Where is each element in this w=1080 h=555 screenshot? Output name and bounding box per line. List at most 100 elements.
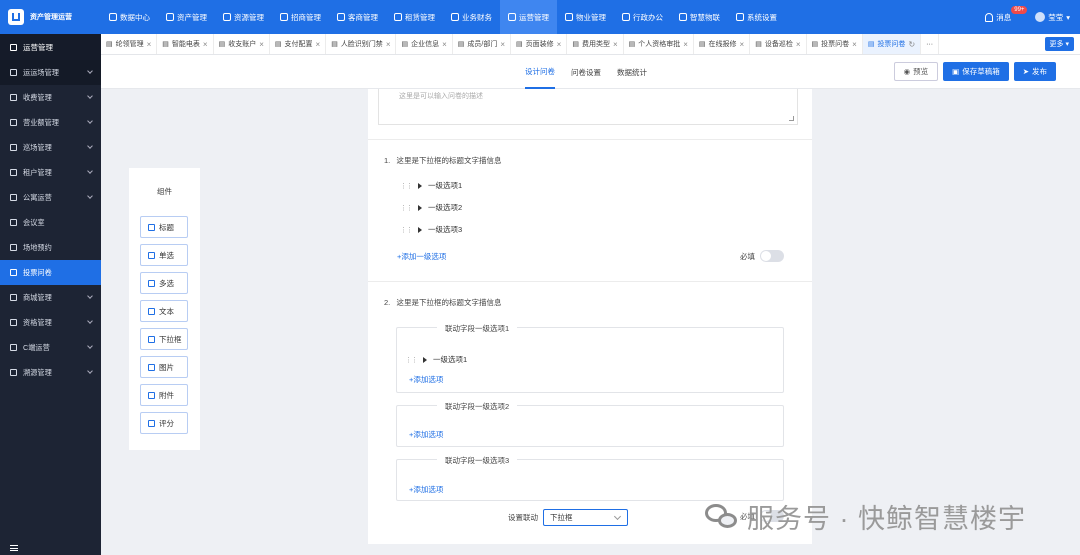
close-icon[interactable]: × [386, 40, 391, 49]
close-icon[interactable]: × [852, 40, 857, 49]
close-icon[interactable]: × [796, 40, 801, 49]
topnav-item[interactable]: 行政办公 [614, 0, 671, 34]
close-icon[interactable]: × [259, 40, 264, 49]
add-level1-option-link[interactable]: +添加一级选项 [397, 251, 446, 262]
add-option-link[interactable]: +添加选项 [409, 374, 443, 385]
sidebar-item[interactable]: 运运场管理 [0, 60, 101, 85]
drag-handle-icon[interactable]: ⋮⋮ [405, 356, 418, 364]
sidebar-item[interactable]: 溯源管理 [0, 360, 101, 385]
close-icon[interactable]: × [500, 40, 505, 49]
close-icon[interactable]: × [442, 40, 447, 49]
link-type-select[interactable]: 下拉框 [543, 509, 628, 526]
expand-arrow-icon[interactable] [418, 204, 422, 211]
topnav-item[interactable]: 资产管理 [158, 0, 215, 34]
publish-button[interactable]: ➤ 发布 [1013, 62, 1056, 81]
sidebar-item[interactable]: 投票问卷 [0, 260, 101, 285]
topnav-item[interactable]: 租赁管理 [386, 0, 443, 34]
sidebar-item[interactable]: 收费管理 [0, 85, 101, 110]
sidebar-item[interactable]: 会议室 [0, 210, 101, 235]
topnav-item[interactable]: 物业管理 [557, 0, 614, 34]
tab-item[interactable]: ▤ 纶领管理 × [101, 34, 158, 54]
palette-item[interactable]: 图片 [140, 356, 188, 378]
sidebar-item[interactable]: C端运营 [0, 335, 101, 360]
tab-item[interactable]: ▤ 企业信息 × [396, 34, 453, 54]
topnav-item[interactable]: 数据中心 [101, 0, 158, 34]
option-row[interactable]: ⋮⋮ 一级选项1 [400, 180, 462, 191]
sidebar-item[interactable]: 巡场管理 [0, 135, 101, 160]
tab-item[interactable]: ▤ 费用类型 × [567, 34, 624, 54]
tab-item[interactable]: ▤ 设备巡检 × [750, 34, 807, 54]
subtab[interactable]: 数据统计 [617, 55, 647, 89]
topnav-item[interactable]: 招商管理 [272, 0, 329, 34]
brand[interactable]: 资产管理运营 [0, 0, 101, 34]
refresh-icon[interactable]: ↻ [908, 40, 915, 49]
tab-item[interactable]: ▤ 智能电表 × [157, 34, 214, 54]
user-menu[interactable]: 莹莹 ▾ [1035, 12, 1070, 23]
topnav-item[interactable]: 智慧物联 [671, 0, 728, 34]
palette-item[interactable]: 单选 [140, 244, 188, 266]
palette-item[interactable]: 多选 [140, 272, 188, 294]
chevron-down-icon [87, 318, 93, 324]
topnav-item[interactable]: 业务财务 [443, 0, 500, 34]
description-textarea[interactable]: 这里是可以输入问卷的描述 [378, 89, 798, 125]
palette-item[interactable]: 下拉框 [140, 328, 188, 350]
tab-item[interactable]: ▤ 页面装修 × [511, 34, 568, 54]
close-icon[interactable]: × [740, 40, 745, 49]
close-icon[interactable]: × [203, 40, 208, 49]
tab-item[interactable]: ▤ 支付配置 × [270, 34, 327, 54]
expand-arrow-icon[interactable] [418, 182, 422, 189]
save-draft-button[interactable]: ▣ 保存草稿箱 [943, 62, 1009, 81]
collapse-menu-icon[interactable] [10, 545, 18, 551]
add-option-link[interactable]: +添加选项 [409, 429, 443, 440]
preview-button[interactable]: ◉ 预览 [893, 62, 939, 81]
tab-item[interactable]: ▤ 投票问卷 ↻ [862, 34, 922, 54]
resize-handle-icon[interactable] [789, 116, 794, 121]
question-1-title[interactable]: 1. 这里是下拉框的标题文字描信息 [384, 155, 502, 166]
tab-item[interactable]: ▤ 个人资格审批 × [624, 34, 694, 54]
close-icon[interactable]: × [613, 40, 618, 49]
top-nav: 数据中心 资产管理 资源管理 招商管理 客商管理 租赁管理 业务财务 运营管理 物业管理 行政办公… [101, 0, 785, 34]
palette-item[interactable]: 文本 [140, 300, 188, 322]
drag-handle-icon[interactable]: ⋮⋮ [400, 226, 413, 234]
topnav-item[interactable]: 资源管理 [215, 0, 272, 34]
option-row[interactable]: ⋮⋮ 一级选项3 [400, 224, 462, 235]
sidebar-item[interactable]: 商城管理 [0, 285, 101, 310]
tab-item[interactable]: ▤ 成员/部门 × [453, 34, 512, 54]
sidebar-header[interactable]: 运营管理 [0, 34, 101, 60]
expand-arrow-icon[interactable] [418, 226, 422, 233]
tab-item[interactable]: ▤ 在线报修 × [694, 34, 751, 54]
topnav-item[interactable]: 运营管理 [500, 0, 557, 34]
palette-item[interactable]: 标题 [140, 216, 188, 238]
palette-item[interactable]: 评分 [140, 412, 188, 434]
close-icon[interactable]: × [147, 40, 152, 49]
palette-item[interactable]: 附件 [140, 384, 188, 406]
sidebar-item[interactable]: 营业额管理 [0, 110, 101, 135]
option-row[interactable]: ⋮⋮ 一级选项2 [400, 202, 462, 213]
close-icon[interactable]: × [316, 40, 321, 49]
sidebar-item[interactable]: 公寓运营 [0, 185, 101, 210]
question-2-title[interactable]: 2. 这里是下拉框的标题文字描信息 [384, 297, 502, 308]
close-icon[interactable]: × [683, 40, 688, 49]
messages-button[interactable]: 消息 99+ [985, 5, 1028, 23]
expand-arrow-icon[interactable] [423, 356, 427, 363]
tab-item[interactable]: ▤ 投票问卷 × [807, 34, 863, 54]
linked-option[interactable]: ⋮⋮ 一级选项1 [405, 354, 467, 365]
subtab[interactable]: 问卷设置 [571, 55, 601, 89]
drag-handle-icon[interactable]: ⋮⋮ [400, 204, 413, 212]
publish-label: 发布 [1032, 67, 1047, 76]
close-icon[interactable]: × [557, 40, 562, 49]
tab-item[interactable]: ▤ 人脸识别门禁 × [326, 34, 397, 54]
palette-item-label: 文本 [159, 306, 174, 316]
sidebar-item[interactable]: 租户管理 [0, 160, 101, 185]
topnav-item[interactable]: 客商管理 [329, 0, 386, 34]
sidebar-item[interactable]: 资格管理 [0, 310, 101, 335]
topnav-item[interactable]: 系统设置 [728, 0, 785, 34]
subtab[interactable]: 设计问卷 [525, 55, 555, 89]
tab-item[interactable]: ▤ 收支账户 × [214, 34, 270, 54]
more-tabs-button[interactable]: 更多 ▾ [1044, 37, 1074, 51]
drag-handle-icon[interactable]: ⋮⋮ [400, 182, 413, 190]
add-option-link[interactable]: +添加选项 [409, 484, 443, 495]
more-dots-icon[interactable]: ··· [921, 34, 940, 54]
sidebar-item[interactable]: 场地预约 [0, 235, 101, 260]
required-toggle[interactable] [760, 250, 784, 262]
